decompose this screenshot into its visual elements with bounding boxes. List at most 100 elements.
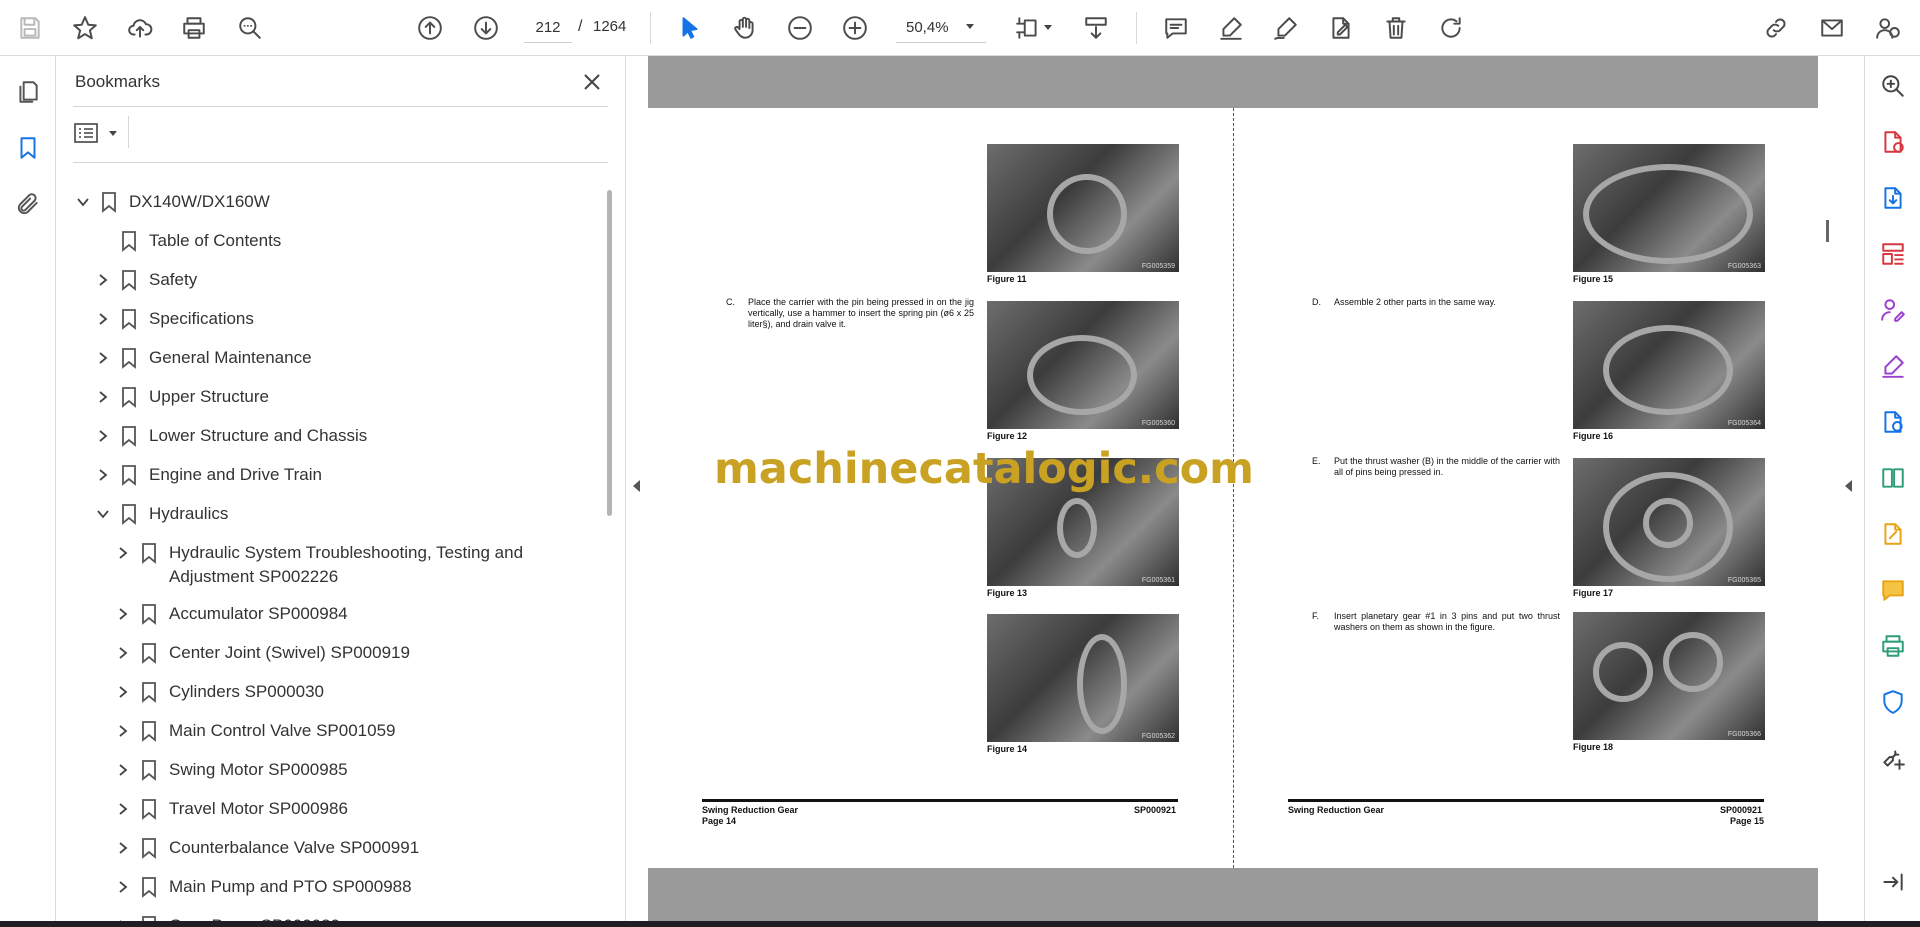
bookmark-label: Main Pump and PTO SP000988 [169,877,412,896]
bookmark-item[interactable]: Counterbalance Valve SP000991 [115,836,559,864]
chevron-right-icon[interactable] [95,272,111,288]
sign-pen-icon[interactable] [1268,10,1304,46]
select-cursor-icon[interactable] [672,10,708,46]
chevron-down-icon[interactable] [95,506,111,522]
panel-title: Bookmarks [75,72,161,91]
chevron-right-icon[interactable] [95,311,111,327]
trash-icon[interactable] [1378,10,1414,46]
chevron-right-icon[interactable] [115,762,131,778]
more-tools-icon[interactable] [1877,742,1909,774]
edit-document-icon[interactable] [1323,10,1359,46]
chevron-right-icon[interactable] [115,606,131,622]
collapse-panel-icon[interactable] [1877,866,1909,898]
zoom-search-icon[interactable] [1877,70,1909,102]
search-zoom-icon[interactable] [232,10,268,46]
left-panel-splitter[interactable] [626,56,648,921]
chevron-right-icon[interactable] [95,389,111,405]
bookmark-item[interactable]: Hydraulics [95,502,539,530]
bookmark-item[interactable]: Main Control Valve SP001059 [115,719,559,747]
list-options-icon [74,123,98,143]
chevron-right-icon[interactable] [115,840,131,856]
panel-scrollbar[interactable] [607,190,612,516]
right-panel-splitter[interactable] [1836,56,1864,921]
star-icon[interactable] [67,10,103,46]
share-link-icon[interactable] [1758,10,1794,46]
comment-tool-icon[interactable] [1877,574,1909,606]
figure-code: FG005360 [1141,420,1175,427]
attachments-icon[interactable] [10,186,46,222]
bookmark-item[interactable]: Engine and Drive Train [95,463,539,491]
send-review-icon[interactable] [1877,406,1909,438]
user-help-icon[interactable] [1870,10,1906,46]
chevron-right-icon[interactable] [115,723,131,739]
step-letter: D. [1312,297,1321,307]
highlight-pen-icon[interactable] [1213,10,1249,46]
chevron-down-icon[interactable] [966,24,974,29]
bookmark-item[interactable]: Center Joint (Swivel) SP000919 [115,641,559,669]
comment-icon[interactable] [1158,10,1194,46]
watermark-text: machinecatalogic.com [714,444,1254,494]
chevron-right-icon[interactable] [115,684,131,700]
export-pdf-icon[interactable] [1877,182,1909,214]
figure-caption: Figure 18 [1573,742,1614,752]
expand-right-icon[interactable] [1845,480,1852,492]
hand-tool-icon[interactable] [727,10,763,46]
bookmarks-icon[interactable] [10,130,46,166]
bookmark-item[interactable]: Specifications [95,307,539,335]
organize-pages-icon[interactable] [1877,238,1909,270]
bookmark-item[interactable]: Safety [95,268,539,296]
print-icon[interactable] [176,10,212,46]
save-icon[interactable] [12,10,48,46]
chevron-down-icon[interactable] [75,194,91,210]
protect-shield-icon[interactable] [1877,686,1909,718]
bookmark-item[interactable]: Accumulator SP000984 [115,602,559,630]
edit-pdf-icon[interactable] [1877,518,1909,550]
page-thumbnails-icon[interactable] [10,74,46,110]
chevron-right-icon[interactable] [115,879,131,895]
chevron-right-icon[interactable] [95,350,111,366]
chevron-right-icon[interactable] [115,801,131,817]
rotate-icon[interactable] [1433,10,1469,46]
bookmark-item[interactable]: Lower Structure and Chassis [95,424,539,452]
chevron-down-icon[interactable] [1044,25,1052,30]
request-signature-icon[interactable] [1877,294,1909,326]
bookmark-options-button[interactable] [74,118,124,148]
bookmark-item[interactable]: Hydraulic System Troubleshooting, Testin… [115,541,559,586]
page-fit-icon[interactable] [1010,10,1046,46]
bookmark-item[interactable]: Upper Structure [95,385,539,413]
step-text: Place the carrier with the pin being pre… [748,297,974,329]
chevron-right-icon[interactable] [95,428,111,444]
upload-cloud-icon[interactable] [122,10,158,46]
close-icon[interactable] [576,66,608,98]
bookmark-item[interactable]: Swing Motor SP000985 [115,758,559,786]
bookmark-item[interactable]: Table of Contents [95,229,539,257]
bookmarks-panel: Bookmarks DX140W/DX160W Table of Contents… [56,56,626,921]
zoom-out-icon[interactable] [782,10,818,46]
fill-sign-icon[interactable] [1877,350,1909,382]
bookmark-item[interactable]: Main Pump and PTO SP000988 [115,875,559,903]
document-canvas[interactable]: FG005359 Figure 11 C. Place the carrier … [648,56,1818,921]
chevron-right-icon[interactable] [115,545,131,561]
chevron-right-icon[interactable] [95,467,111,483]
print-production-icon[interactable] [1877,630,1909,662]
scroll-mode-icon[interactable] [1078,10,1114,46]
bookmark-flag-icon [121,230,137,252]
mail-icon[interactable] [1814,10,1850,46]
bookmark-item[interactable]: Travel Motor SP000986 [115,797,559,825]
document-scrollbar[interactable] [1818,56,1836,921]
bookmark-item[interactable]: DX140W/DX160W [75,190,519,218]
bookmark-label: Cylinders SP000030 [169,682,324,701]
create-pdf-icon[interactable] [1877,126,1909,158]
bookmark-item[interactable]: Cylinders SP000030 [115,680,559,708]
bookmark-item[interactable]: General Maintenance [95,346,539,374]
figure-image: FG005360 [987,301,1179,429]
zoom-in-icon[interactable] [837,10,873,46]
compare-files-icon[interactable] [1877,462,1909,494]
page-number-input[interactable] [524,13,572,43]
page-up-icon[interactable] [412,10,448,46]
chevron-right-icon[interactable] [115,645,131,661]
page-down-icon[interactable] [468,10,504,46]
scrollbar-thumb[interactable] [1826,220,1829,242]
collapse-left-icon[interactable] [633,480,640,492]
bookmark-item[interactable]: Gear Pump SP000989 [115,914,559,921]
